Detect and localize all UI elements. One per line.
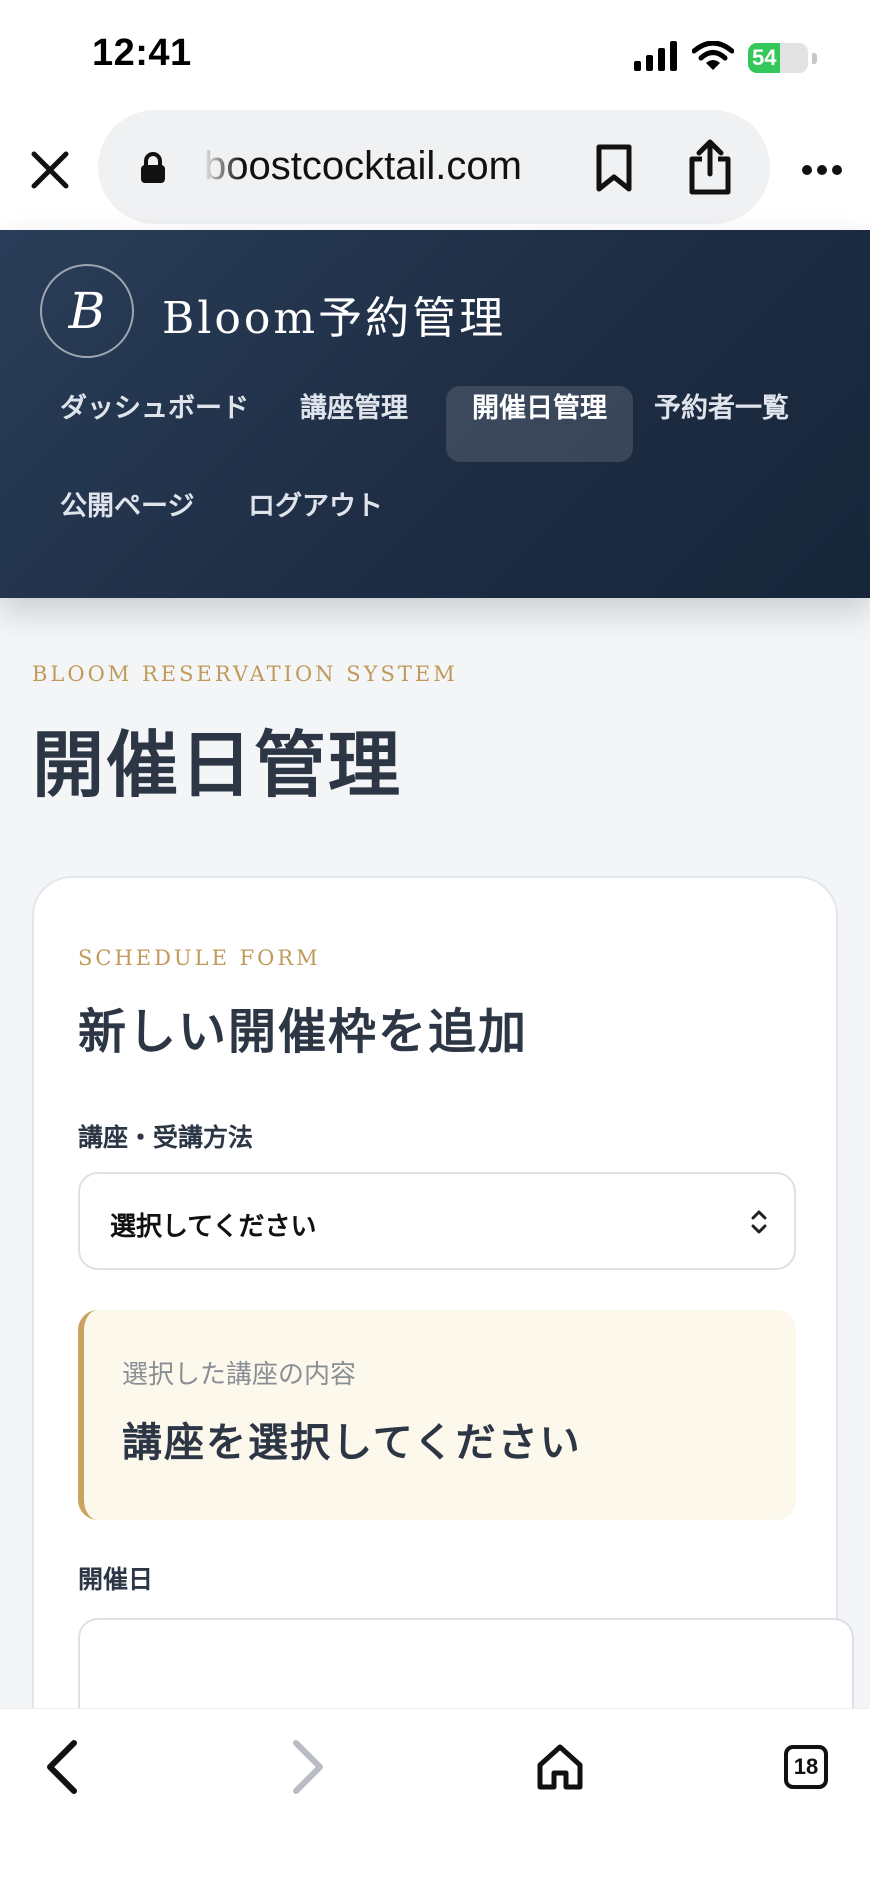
battery-cap <box>812 52 817 64</box>
url-fade <box>202 138 242 196</box>
select-arrows-icon <box>750 1208 768 1240</box>
page-eyebrow: BLOOM RESERVATION SYSTEM <box>32 662 458 686</box>
nav-item-logout[interactable]: ログアウト <box>222 484 409 560</box>
nav-item-public-page[interactable]: 公開ページ <box>34 484 220 560</box>
screen: 12:41 54 boostcocktail.com B Bloom予約管理 ダ… <box>0 0 870 1882</box>
cellular-signal-icon <box>634 41 678 75</box>
nav-item-reservations[interactable]: 予約者一覧 <box>628 386 815 462</box>
close-icon <box>31 151 69 189</box>
bookmark-button[interactable] <box>588 140 640 196</box>
more-options-button[interactable] <box>796 150 848 190</box>
status-bar: 12:41 54 <box>0 0 870 110</box>
battery-level: 54 <box>752 45 777 70</box>
course-field-label: 講座・受講方法 <box>78 1123 254 1152</box>
back-button[interactable] <box>26 1731 98 1803</box>
form-title: 新しい開催枠を追加 <box>78 1004 529 1060</box>
nav-item-dashboard[interactable]: ダッシュボード <box>34 386 275 462</box>
close-button[interactable] <box>22 142 78 198</box>
info-caption: 選択した講座の内容 <box>122 1360 357 1390</box>
page-title: 開催日管理 <box>32 722 403 807</box>
home-icon <box>537 1744 583 1790</box>
form-eyebrow: SCHEDULE FORM <box>78 946 321 970</box>
nav-item-schedules[interactable]: 開催日管理 <box>446 386 633 462</box>
share-button[interactable] <box>680 136 740 198</box>
info-value: 講座を選択してください <box>122 1419 582 1466</box>
chevron-left-icon <box>47 1740 77 1794</box>
nav-item-courses[interactable]: 講座管理 <box>274 386 434 462</box>
chevron-right-icon <box>293 1740 323 1794</box>
ellipsis-icon <box>802 165 842 175</box>
bookmark-icon <box>596 144 632 192</box>
lock-icon <box>140 152 166 188</box>
brand-logo[interactable]: B <box>40 264 134 358</box>
tabs-count: 18 <box>784 1745 828 1789</box>
wifi-icon <box>691 40 735 75</box>
selected-course-info: 選択した講座の内容 講座を選択してください <box>78 1310 796 1520</box>
status-time: 12:41 <box>92 32 192 74</box>
site-header: B Bloom予約管理 ダッシュボード 講座管理 開催日管理 予約者一覧 公開ペ… <box>0 230 870 598</box>
status-icons: 54 <box>634 40 817 76</box>
course-select[interactable]: 選択してください <box>78 1172 796 1270</box>
tabs-button[interactable]: 18 <box>770 1731 842 1803</box>
url-field[interactable]: boostcocktail.com <box>98 110 770 224</box>
browser-toolbar: 18 <box>0 1708 870 1882</box>
home-button[interactable] <box>524 1731 596 1803</box>
course-select-value: 選択してください <box>110 1212 317 1242</box>
forward-button[interactable] <box>272 1731 344 1803</box>
brand-name[interactable]: Bloom予約管理 <box>162 282 506 346</box>
share-icon <box>689 139 731 195</box>
browser-address-bar: boostcocktail.com <box>0 110 870 230</box>
battery-icon: 54 <box>748 43 808 73</box>
date-field-label: 開催日 <box>78 1565 154 1594</box>
url-text: boostcocktail.com <box>204 144 522 188</box>
